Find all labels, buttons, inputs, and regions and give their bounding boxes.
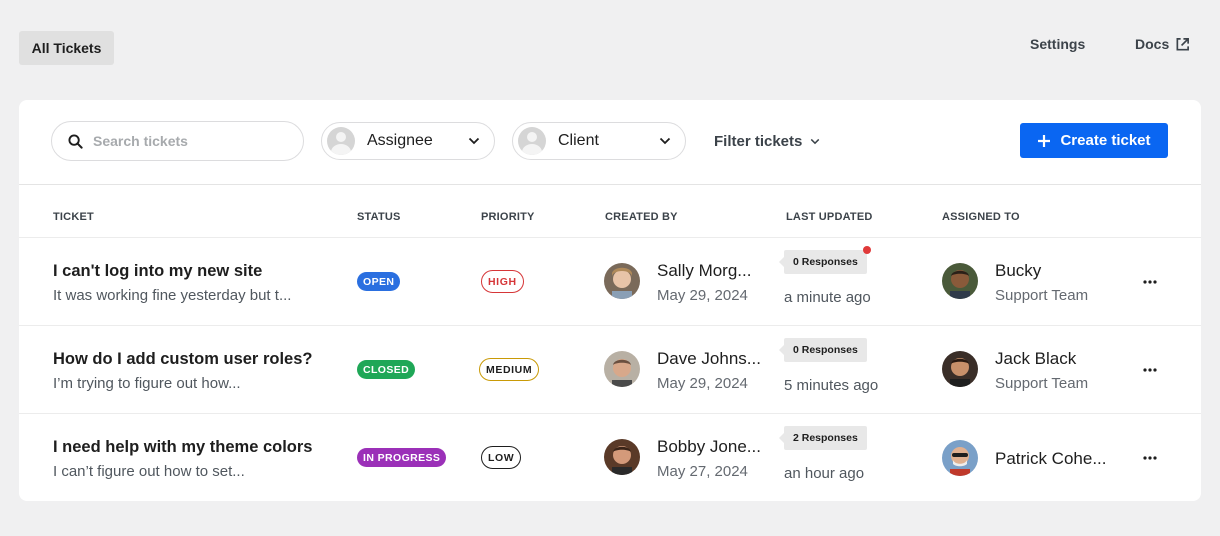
header-priority: PRIORITY <box>481 211 535 223</box>
header-created-by: CREATED BY <box>605 211 678 223</box>
assignee-team: Support Team <box>995 375 1089 392</box>
creator-avatar <box>604 263 640 299</box>
settings-link[interactable]: Settings <box>1030 36 1085 52</box>
creator-avatar <box>604 351 640 387</box>
search-icon <box>68 133 83 149</box>
create-ticket-button[interactable]: Create ticket <box>1020 123 1168 158</box>
chevron-down-icon <box>468 137 480 145</box>
assignee-avatar <box>942 263 978 299</box>
ticket-title[interactable]: I can't log into my new site <box>53 262 262 281</box>
assignee-avatar <box>942 351 978 387</box>
avatar-placeholder-icon <box>327 127 355 155</box>
plus-icon <box>1038 134 1051 147</box>
search-input[interactable] <box>93 133 283 149</box>
responses-badge[interactable]: 2 Responses <box>779 426 867 450</box>
ticket-excerpt: I’m trying to figure out how... <box>53 375 241 392</box>
status-badge: IN PROGRESS <box>357 448 447 467</box>
responses-count: 0 Responses <box>793 256 858 268</box>
assignee-avatar <box>942 440 978 476</box>
ticket-excerpt: It was working fine yesterday but t... <box>53 287 292 304</box>
assignee-team: Support Team <box>995 287 1089 304</box>
client-dropdown[interactable]: Client <box>512 122 686 160</box>
assignee-dropdown[interactable]: Assignee <box>321 122 495 160</box>
header-last-updated: LAST UPDATED <box>786 211 873 223</box>
tab-all-tickets[interactable]: All Tickets <box>19 31 114 65</box>
assignee-name: Jack Black <box>995 349 1077 368</box>
assignee-name: Patrick Cohe... <box>995 449 1107 468</box>
header-assigned-to: ASSIGNED TO <box>942 211 1020 223</box>
last-updated: an hour ago <box>784 465 865 482</box>
tickets-panel: Assignee Client Filter tickets Create ti… <box>19 100 1201 501</box>
responses-badge[interactable]: 0 Responses <box>779 338 867 362</box>
chevron-down-icon <box>811 138 820 145</box>
last-updated: a minute ago <box>784 289 871 306</box>
avatar-placeholder-icon <box>518 127 546 155</box>
table-row[interactable]: How do I add custom user roles? I’m tryi… <box>19 326 1201 414</box>
more-options-icon[interactable] <box>1141 362 1159 378</box>
docs-label: Docs <box>1135 36 1170 52</box>
status-badge: CLOSED <box>357 360 416 379</box>
responses-badge[interactable]: 0 Responses <box>779 246 871 274</box>
external-link-icon <box>1176 37 1190 50</box>
more-options-icon[interactable] <box>1141 274 1159 290</box>
responses-count: 0 Responses <box>793 344 858 356</box>
last-updated: 5 minutes ago <box>784 377 879 394</box>
created-date: May 29, 2024 <box>657 287 748 304</box>
filter-label: Filter tickets <box>714 133 803 150</box>
priority-badge: LOW <box>481 446 522 469</box>
table-header: TICKET STATUS PRIORITY CREATED BY LAST U… <box>19 185 1201 238</box>
create-ticket-label: Create ticket <box>1060 132 1151 149</box>
header-ticket: TICKET <box>53 211 94 223</box>
ticket-excerpt: I can’t figure out how to set... <box>53 463 245 480</box>
assignee-label: Assignee <box>367 132 433 149</box>
table-row[interactable]: I can't log into my new site It was work… <box>19 238 1201 326</box>
assignee-name: Bucky <box>995 261 1042 280</box>
created-date: May 27, 2024 <box>657 463 748 480</box>
tickets-toolbar: Assignee Client Filter tickets Create ti… <box>19 100 1201 185</box>
priority-badge: HIGH <box>481 270 524 293</box>
ticket-title[interactable]: I need help with my theme colors <box>53 438 312 457</box>
ticket-title[interactable]: How do I add custom user roles? <box>53 350 312 369</box>
settings-label: Settings <box>1030 36 1086 52</box>
docs-link[interactable]: Docs <box>1135 36 1190 52</box>
responses-count: 2 Responses <box>793 432 858 444</box>
creator-name: Dave Johns... <box>657 349 761 368</box>
chevron-down-icon <box>659 137 671 145</box>
creator-name: Sally Morg... <box>657 261 752 280</box>
header-status: STATUS <box>357 211 401 223</box>
status-badge: OPEN <box>357 272 401 291</box>
creator-avatar <box>604 439 640 475</box>
priority-badge: MEDIUM <box>479 358 540 381</box>
more-options-icon[interactable] <box>1141 450 1159 466</box>
search-box <box>51 121 304 161</box>
unread-dot <box>862 246 871 254</box>
filter-tickets-button[interactable]: Filter tickets <box>714 133 820 150</box>
table-row[interactable]: I need help with my theme colors I can’t… <box>19 414 1201 502</box>
creator-name: Bobby Jone... <box>657 437 761 456</box>
created-date: May 29, 2024 <box>657 375 748 392</box>
client-label: Client <box>558 132 599 149</box>
